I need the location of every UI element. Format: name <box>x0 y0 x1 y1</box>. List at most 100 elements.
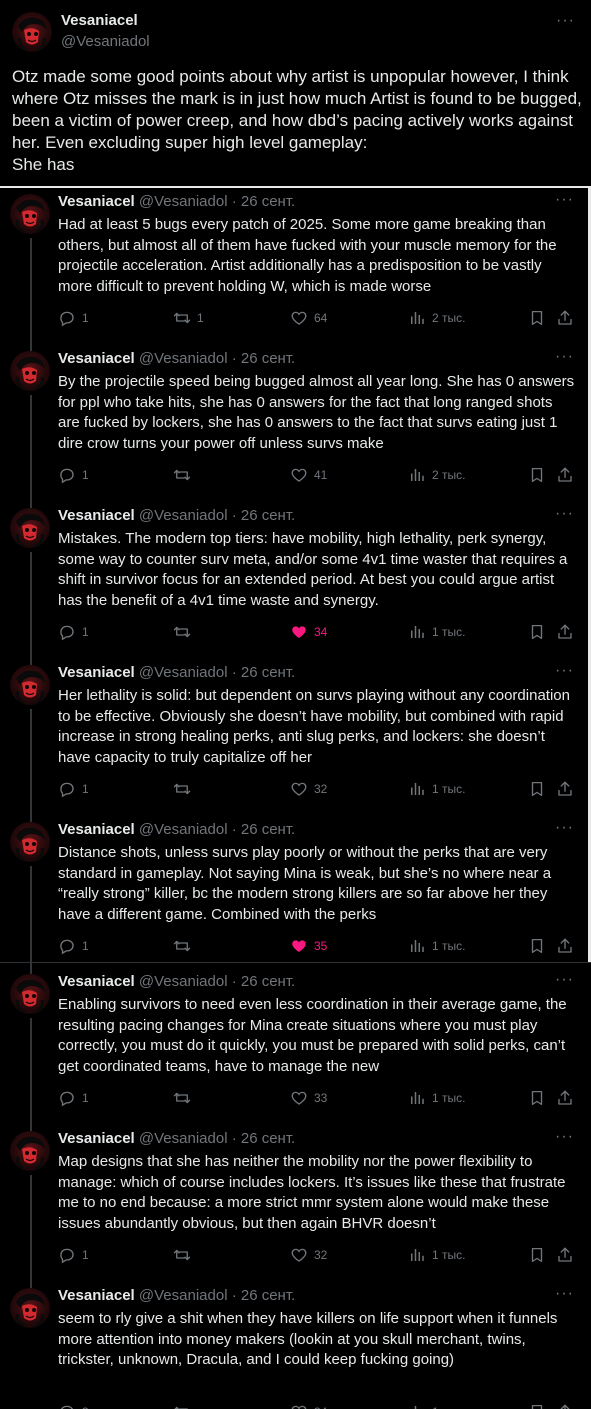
share-button[interactable] <box>556 1402 574 1409</box>
author-handle[interactable]: @Vesaniadol <box>139 973 228 990</box>
views-button[interactable]: 1 тыс. <box>408 1088 465 1108</box>
reply-button[interactable]: 1 <box>58 465 89 485</box>
ellipsis-icon[interactable]: ··· <box>555 1285 574 1303</box>
post-date[interactable]: · 26 сент. <box>228 1130 296 1147</box>
reply-post[interactable]: Vesaniacel @Vesaniadol · 26 сент. ··· Mi… <box>0 502 588 658</box>
ellipsis-icon[interactable]: ··· <box>555 662 574 680</box>
views-button[interactable]: 1 тыс. <box>408 936 465 956</box>
bookmark-button[interactable] <box>528 1402 546 1409</box>
avatar[interactable] <box>10 194 50 234</box>
reply-post[interactable]: Vesaniacel @Vesaniadol · 26 сент. ··· He… <box>0 659 588 815</box>
author-name[interactable]: Vesaniacel <box>58 507 135 524</box>
ellipsis-icon[interactable]: ··· <box>555 505 574 523</box>
post-date[interactable]: · 26 сент. <box>228 193 296 210</box>
repost-button[interactable] <box>173 1402 197 1409</box>
author-name[interactable]: Vesaniacel <box>58 350 135 367</box>
author-handle[interactable]: @Vesaniadol <box>139 507 228 524</box>
reply-button[interactable]: 3 <box>58 1402 89 1409</box>
repost-button[interactable]: 1 <box>173 308 204 328</box>
reply-post[interactable]: Vesaniacel @Vesaniadol · 26 сент. ··· By… <box>0 345 588 501</box>
views-button[interactable]: 1 тыс. <box>408 1402 465 1409</box>
share-button[interactable] <box>556 1245 574 1265</box>
post-date[interactable]: · 26 сент. <box>228 350 296 367</box>
bookmark-button[interactable] <box>528 1245 546 1265</box>
author-name[interactable]: Vesaniacel <box>58 1287 135 1304</box>
bookmark-button[interactable] <box>528 936 546 956</box>
author-handle[interactable]: @Vesaniadol <box>139 664 228 681</box>
share-button[interactable] <box>556 622 574 642</box>
ellipsis-icon[interactable]: ··· <box>556 12 575 30</box>
author-handle[interactable]: @Vesaniadol <box>61 33 150 50</box>
views-button[interactable]: 2 тыс. <box>408 308 465 328</box>
author-name[interactable]: Vesaniacel <box>58 973 135 990</box>
author-handle[interactable]: @Vesaniadol <box>139 1130 228 1147</box>
avatar[interactable] <box>10 974 50 1014</box>
avatar[interactable] <box>10 1131 50 1171</box>
author-name[interactable]: Vesaniacel <box>58 664 135 681</box>
repost-button[interactable] <box>173 936 197 956</box>
avatar[interactable] <box>10 1288 50 1328</box>
avatar[interactable] <box>10 508 50 548</box>
like-button[interactable]: 64 <box>290 308 327 328</box>
author-handle[interactable]: @Vesaniadol <box>139 1287 228 1304</box>
like-button[interactable]: 34 <box>290 1402 327 1409</box>
like-button[interactable]: 32 <box>290 1245 327 1265</box>
author-handle[interactable]: @Vesaniadol <box>139 821 228 838</box>
author-name[interactable]: Vesaniacel <box>58 821 135 838</box>
avatar[interactable] <box>10 351 50 391</box>
repost-button[interactable] <box>173 1088 197 1108</box>
author-handle[interactable]: @Vesaniadol <box>139 350 228 367</box>
like-button[interactable]: 33 <box>290 1088 327 1108</box>
like-button[interactable]: 41 <box>290 465 327 485</box>
reply-button[interactable]: 1 <box>58 1245 89 1265</box>
avatar[interactable] <box>10 822 50 862</box>
author-name[interactable]: Vesaniacel <box>61 12 138 29</box>
post-date[interactable]: · 26 сент. <box>228 1287 296 1304</box>
avatar[interactable] <box>12 12 52 52</box>
views-button[interactable]: 1 тыс. <box>408 1245 465 1265</box>
author-name[interactable]: Vesaniacel <box>58 1130 135 1147</box>
reply-post[interactable]: Vesaniacel @Vesaniadol · 26 сент. ··· Ma… <box>0 1125 588 1281</box>
ellipsis-icon[interactable]: ··· <box>555 348 574 366</box>
author-handle[interactable]: @Vesaniadol <box>139 193 228 210</box>
bookmark-button[interactable] <box>528 779 546 799</box>
views-button[interactable]: 1 тыс. <box>408 622 465 642</box>
reply-post[interactable]: Vesaniacel @Vesaniadol · 26 сент. ··· se… <box>0 1282 588 1409</box>
share-button[interactable] <box>556 308 574 328</box>
post-date[interactable]: · 26 сент. <box>228 664 296 681</box>
reply-post[interactable]: Vesaniacel @Vesaniadol · 26 сент. ··· Di… <box>0 816 588 972</box>
avatar[interactable] <box>10 665 50 705</box>
share-button[interactable] <box>556 936 574 956</box>
reply-button[interactable]: 1 <box>58 308 89 328</box>
reply-button[interactable]: 1 <box>58 936 89 956</box>
share-button[interactable] <box>556 465 574 485</box>
repost-button[interactable] <box>173 465 197 485</box>
like-button[interactable]: 35 <box>290 936 327 956</box>
author-name[interactable]: Vesaniacel <box>58 193 135 210</box>
views-button[interactable]: 1 тыс. <box>408 779 465 799</box>
ellipsis-icon[interactable]: ··· <box>555 819 574 837</box>
ellipsis-icon[interactable]: ··· <box>555 1128 574 1146</box>
bookmark-button[interactable] <box>528 1088 546 1108</box>
bookmark-button[interactable] <box>528 465 546 485</box>
post-date[interactable]: · 26 сент. <box>228 507 296 524</box>
post-date[interactable]: · 26 сент. <box>228 973 296 990</box>
repost-button[interactable] <box>173 1245 197 1265</box>
bookmark-button[interactable] <box>528 308 546 328</box>
share-button[interactable] <box>556 1088 574 1108</box>
reply-button[interactable]: 1 <box>58 622 89 642</box>
reply-post[interactable]: Vesaniacel @Vesaniadol · 26 сент. ··· En… <box>0 968 588 1124</box>
repost-button[interactable] <box>173 622 197 642</box>
like-button[interactable]: 34 <box>290 622 327 642</box>
bookmark-button[interactable] <box>528 622 546 642</box>
like-button[interactable]: 32 <box>290 779 327 799</box>
share-button[interactable] <box>556 779 574 799</box>
views-button[interactable]: 2 тыс. <box>408 465 465 485</box>
ellipsis-icon[interactable]: ··· <box>555 971 574 989</box>
reply-button[interactable]: 1 <box>58 1088 89 1108</box>
post-date[interactable]: · 26 сент. <box>228 821 296 838</box>
reply-post[interactable]: Vesaniacel @Vesaniadol · 26 сент. ··· Ha… <box>0 188 588 344</box>
reply-button[interactable]: 1 <box>58 779 89 799</box>
repost-button[interactable] <box>173 779 197 799</box>
ellipsis-icon[interactable]: ··· <box>555 191 574 209</box>
